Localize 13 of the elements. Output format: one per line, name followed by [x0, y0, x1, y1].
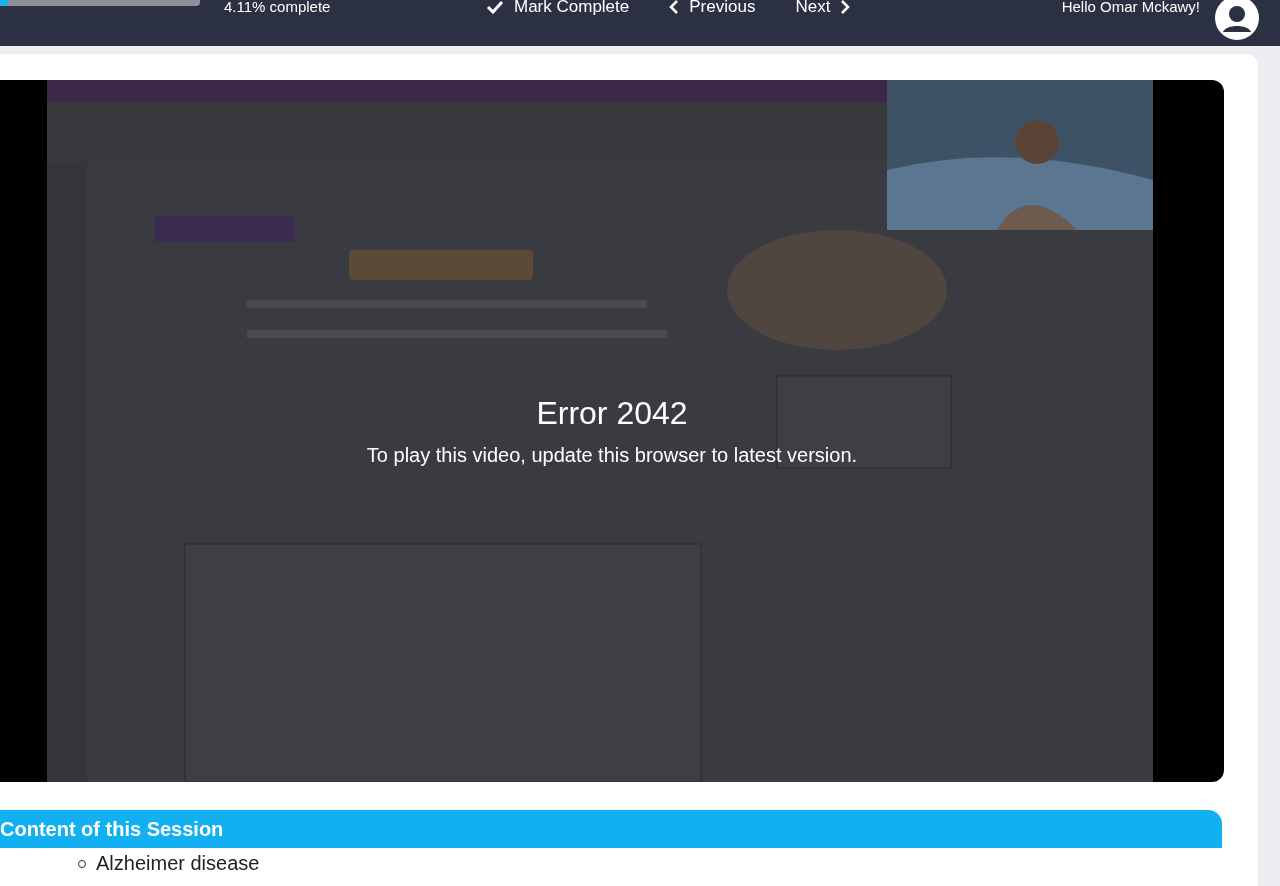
list-item[interactable]: Alzheimer disease: [96, 852, 260, 875]
chevron-right-icon: [840, 0, 851, 15]
error-message: To play this video, update this browser to latest version.: [366, 444, 858, 467]
greeting: Hello Omar Mckawy!: [1061, 0, 1200, 15]
section-title: Content of this Session: [0, 818, 224, 840]
progress-label: 4.11% complete: [224, 0, 331, 15]
avatar-icon[interactable]: [1214, 0, 1260, 40]
nav-button[interactable]: Next: [795, 0, 851, 17]
error-title: Error 2042: [536, 395, 688, 432]
check-icon: [486, 0, 504, 14]
nav-button[interactable]: Previous: [669, 0, 756, 17]
nav-button[interactable]: Mark Complete: [486, 0, 630, 17]
chevron-left-icon: [669, 0, 680, 15]
